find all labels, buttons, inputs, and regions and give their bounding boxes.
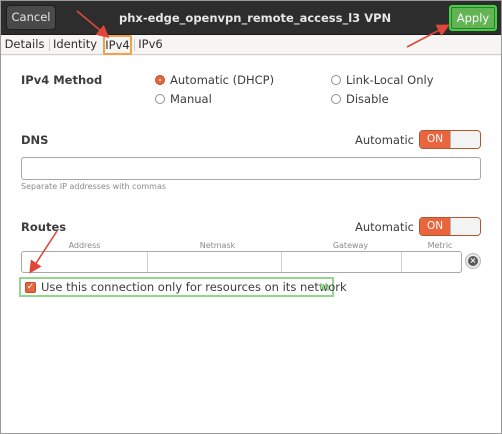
route-row — [21, 251, 462, 273]
window-title: phx-edge_openvpn_remote_access_l3 VPN — [119, 11, 392, 25]
tab-separator — [49, 39, 50, 51]
only-resources-option[interactable]: ✓ Use this connection only for resources… — [19, 277, 347, 297]
column-header-metric: Metric — [427, 241, 453, 250]
routes-label: Routes — [21, 220, 67, 234]
tab-details[interactable]: Details — [1, 35, 48, 55]
remove-route-button[interactable]: × — [465, 253, 481, 269]
radio-label: Disable — [346, 92, 389, 106]
radio-unselected-icon — [331, 75, 341, 85]
routes-automatic-switch[interactable]: ON — [419, 217, 481, 236]
dns-hint: Separate IP addresses with commas — [21, 182, 167, 191]
switch-knob — [450, 218, 480, 235]
header-bar: Cancel phx-edge_openvpn_remote_access_l3… — [1, 1, 501, 35]
radio-label: Link-Local Only — [346, 73, 434, 87]
dns-automatic-switch[interactable]: ON — [419, 130, 481, 149]
radio-selected-icon — [155, 75, 165, 85]
dns-servers-input[interactable] — [21, 157, 481, 180]
tab-separator — [134, 39, 135, 51]
radio-automatic-dhcp[interactable]: Automatic (DHCP) — [155, 73, 274, 87]
checkmark-icon[interactable]: ✓ — [25, 282, 36, 293]
radio-link-local-only[interactable]: Link-Local Only — [331, 73, 434, 87]
radio-disable[interactable]: Disable — [331, 92, 389, 106]
tab-bar: Details Identity IPv4 IPv6 — [1, 35, 501, 55]
routes-automatic-label: Automatic — [355, 220, 414, 234]
radio-label: Manual — [170, 92, 212, 106]
tab-ipv6[interactable]: IPv6 — [137, 35, 164, 55]
dns-automatic-label: Automatic — [355, 133, 414, 147]
route-gateway-input[interactable] — [282, 252, 402, 272]
column-header-netmask: Netmask — [199, 241, 236, 250]
column-header-address: Address — [68, 241, 101, 250]
switch-on-label: ON — [420, 218, 450, 235]
radio-manual[interactable]: Manual — [155, 92, 212, 106]
cancel-button[interactable]: Cancel — [6, 5, 56, 30]
ipv4-method-label: IPv4 Method — [21, 73, 103, 87]
radio-label: Automatic (DHCP) — [170, 73, 275, 87]
column-header-gateway: Gateway — [332, 241, 369, 250]
ipv4-settings-panel: IPv4 Method Automatic (DHCP) Link-Local … — [1, 56, 501, 433]
switch-on-label: ON — [420, 131, 450, 148]
route-address-input[interactable] — [22, 252, 148, 272]
dns-label: DNS — [21, 133, 49, 147]
apply-button[interactable]: Apply — [449, 5, 497, 31]
only-resources-label: Use this connection only for resources o… — [41, 280, 347, 294]
tab-ipv4[interactable]: IPv4 — [103, 35, 132, 55]
tab-identity[interactable]: Identity — [51, 35, 99, 55]
route-metric-input[interactable] — [402, 252, 461, 272]
route-netmask-input[interactable] — [148, 252, 282, 272]
radio-unselected-icon — [155, 94, 165, 104]
switch-knob — [450, 131, 480, 148]
spinner-icon — [320, 283, 329, 291]
connection-dialog: Cancel phx-edge_openvpn_remote_access_l3… — [0, 0, 502, 434]
remove-icon: × — [468, 256, 478, 266]
radio-unselected-icon — [331, 94, 341, 104]
